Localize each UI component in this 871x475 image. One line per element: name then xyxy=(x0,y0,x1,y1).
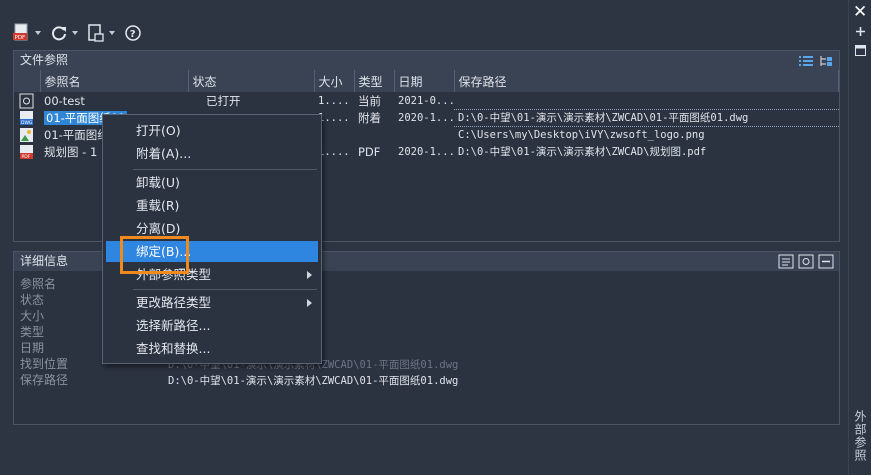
ref-size: 1.... xyxy=(318,94,350,107)
column-header[interactable]: 大小 xyxy=(314,70,355,92)
detail-label: 类型 xyxy=(20,325,45,339)
change-path-icon xyxy=(88,24,104,42)
menu-item-find-replace[interactable]: 查找和替换... xyxy=(106,338,318,359)
dwg-current-icon xyxy=(19,93,34,108)
ref-date: 2021-0... xyxy=(398,94,454,107)
menu-item-reload[interactable]: 重载(R) xyxy=(106,195,318,216)
panel-header: 文件参照 xyxy=(14,51,839,70)
ref-path xyxy=(454,92,839,109)
menu-item-attach[interactable]: 附着(A)... xyxy=(106,143,318,164)
change-path-button[interactable] xyxy=(84,22,117,44)
help-button[interactable]: ? xyxy=(121,22,145,44)
table-row[interactable]: 00-test 已打开 1.... 当前 2021-0... xyxy=(14,92,839,109)
dwg-ref-icon: DWG xyxy=(20,110,33,126)
menu-item-change-path-type[interactable]: 更改路径类型 xyxy=(106,292,318,313)
ref-date: 2020-1... xyxy=(398,111,454,124)
pdf-ref-icon: PDF xyxy=(20,144,33,160)
svg-text:DWG: DWG xyxy=(21,120,33,126)
ref-name: 00-test xyxy=(44,93,85,108)
refresh-button[interactable] xyxy=(47,22,80,44)
toolbar: PDF ? xyxy=(10,20,145,46)
collapse-icon[interactable] xyxy=(818,254,834,269)
detail-label: 状态 xyxy=(20,293,45,307)
attach-pdf-button[interactable]: PDF xyxy=(10,22,43,44)
ref-type: 附着 xyxy=(358,110,381,125)
column-header[interactable]: 保存路径 xyxy=(454,70,839,92)
ref-type: PDF xyxy=(358,144,381,159)
column-header[interactable]: 参照名 xyxy=(40,70,189,92)
ref-path: D:\0-中望\01-演示\演示素材\ZWCAD\规划图.pdf xyxy=(458,146,707,158)
detail-label: 日期 xyxy=(20,341,45,355)
column-header[interactable]: 状态 xyxy=(188,70,315,92)
refresh-icon xyxy=(52,26,66,41)
menu-separator xyxy=(133,289,317,290)
palette-title: 外部参照 xyxy=(853,410,867,462)
menu-item-open[interactable]: 打开(O) xyxy=(106,120,318,141)
pin-icon[interactable] xyxy=(855,26,866,37)
list-view-icon[interactable] xyxy=(798,54,814,68)
image-ref-icon xyxy=(20,127,33,142)
tree-view-icon[interactable] xyxy=(818,54,834,68)
close-icon[interactable]: ✕ xyxy=(853,3,867,21)
column-header[interactable] xyxy=(14,70,41,92)
chevron-down-icon[interactable] xyxy=(35,31,41,35)
detail-saved-path: D:\0-中望\01-演示\演示素材\ZWCAD\01-平面图纸01.dwg xyxy=(168,375,459,387)
menu-item-select-new-path[interactable]: 选择新路径... xyxy=(106,315,318,336)
submenu-arrow-icon xyxy=(307,299,312,307)
svg-text:PDF: PDF xyxy=(15,35,26,41)
detail-label: 参照名 xyxy=(20,277,57,291)
panel-title: 文件参照 xyxy=(20,53,69,67)
chevron-down-icon[interactable] xyxy=(109,31,115,35)
column-header[interactable]: 类型 xyxy=(354,70,395,92)
palette-side-strip: ✕ 外部参照 xyxy=(848,0,871,475)
detail-label: 找到位置 xyxy=(20,357,69,371)
svg-text:?: ? xyxy=(130,29,136,40)
chevron-down-icon[interactable] xyxy=(72,31,78,35)
ref-path: D:\0-中望\01-演示\演示素材\ZWCAD\01-平面图纸01.dwg xyxy=(454,108,839,127)
detail-label: 保存路径 xyxy=(20,373,69,387)
menu-separator xyxy=(133,169,317,170)
ref-type xyxy=(354,126,394,143)
properties-icon[interactable] xyxy=(855,45,866,56)
ref-path: C:\Users\my\Desktop\iVY\zwsoft_logo.png xyxy=(458,128,705,141)
submenu-arrow-icon xyxy=(307,271,312,279)
ref-date: 2020-1... xyxy=(398,145,454,158)
svg-text:PDF: PDF xyxy=(22,154,31,160)
help-icon: ? xyxy=(125,25,141,41)
column-header[interactable]: 日期 xyxy=(394,70,455,92)
menu-item-unload[interactable]: 卸载(U) xyxy=(106,172,318,193)
details-view-icon[interactable] xyxy=(778,254,794,269)
detail-label: 大小 xyxy=(20,309,45,323)
ref-type: 当前 xyxy=(358,93,381,108)
table-header: 参照名 状态 大小 类型 日期 保存路径 xyxy=(14,70,839,92)
ref-date xyxy=(394,126,454,143)
callout-highlight-box xyxy=(120,236,189,274)
pdf-attach-icon: PDF xyxy=(13,23,28,41)
preview-icon[interactable] xyxy=(798,254,814,269)
menu-item-label: 更改路径类型 xyxy=(136,295,212,310)
ref-status: 已打开 xyxy=(206,93,241,108)
